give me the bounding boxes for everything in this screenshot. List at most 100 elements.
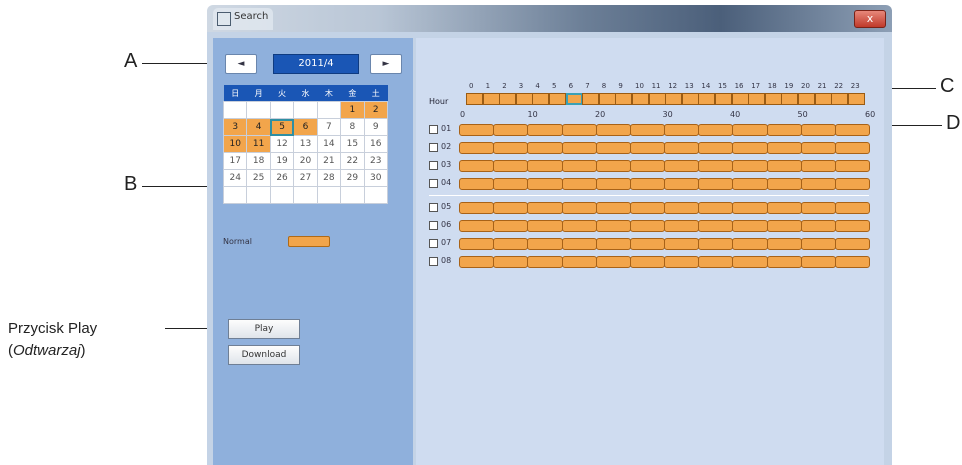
- recording-segment[interactable]: [766, 202, 802, 214]
- recording-segment[interactable]: [800, 220, 836, 232]
- calendar-day[interactable]: 29: [340, 169, 365, 187]
- recording-segment[interactable]: [629, 142, 666, 154]
- recording-segment[interactable]: [664, 202, 700, 214]
- recording-segment[interactable]: [732, 124, 768, 136]
- recording-segment[interactable]: [834, 160, 871, 172]
- calendar-day[interactable]: 12: [269, 135, 295, 153]
- calendar-day[interactable]: 14: [316, 135, 342, 153]
- calendar-day[interactable]: 8: [340, 118, 365, 136]
- hour-cell[interactable]: [698, 93, 716, 105]
- calendar-day[interactable]: 30: [363, 169, 389, 187]
- camera-timeline-row[interactable]: [459, 178, 871, 190]
- recording-segment[interactable]: [732, 220, 768, 232]
- recording-segment[interactable]: [766, 238, 802, 250]
- recording-segment[interactable]: [561, 124, 597, 136]
- hour-cell[interactable]: [515, 93, 533, 105]
- camera-timeline-row[interactable]: [459, 160, 871, 172]
- camera-timeline-row[interactable]: [459, 202, 871, 214]
- calendar-day[interactable]: 21: [316, 152, 342, 170]
- hour-cell[interactable]: [466, 93, 483, 105]
- calendar-day[interactable]: 23: [363, 152, 389, 170]
- calendar-day[interactable]: 4: [246, 118, 271, 136]
- calendar-day[interactable]: 9: [363, 118, 389, 136]
- recording-segment[interactable]: [459, 220, 495, 232]
- recording-segment[interactable]: [629, 220, 666, 232]
- recording-segment[interactable]: [527, 178, 563, 190]
- camera-timeline-row[interactable]: [459, 142, 871, 154]
- play-button[interactable]: Play: [228, 319, 300, 339]
- recording-segment[interactable]: [527, 202, 563, 214]
- hour-cell[interactable]: [847, 93, 865, 105]
- recording-segment[interactable]: [459, 202, 495, 214]
- calendar-day[interactable]: 15: [340, 135, 365, 153]
- calendar-day[interactable]: 25: [246, 169, 271, 187]
- calendar-day[interactable]: 5: [269, 118, 295, 136]
- hour-cell[interactable]: [648, 93, 666, 105]
- recording-segment[interactable]: [459, 124, 495, 136]
- recording-segment[interactable]: [595, 202, 631, 214]
- camera-checkbox[interactable]: [429, 179, 438, 188]
- recording-segment[interactable]: [834, 178, 871, 190]
- recording-segment[interactable]: [766, 256, 802, 268]
- recording-segment[interactable]: [800, 238, 836, 250]
- recording-segment[interactable]: [595, 160, 631, 172]
- recording-segment[interactable]: [527, 160, 563, 172]
- calendar-day[interactable]: 1: [340, 101, 365, 119]
- camera-timeline-row[interactable]: [459, 124, 871, 136]
- hour-cell[interactable]: [532, 93, 550, 105]
- recording-segment[interactable]: [629, 178, 666, 190]
- recording-segment[interactable]: [766, 124, 802, 136]
- calendar-day[interactable]: 2: [363, 101, 389, 119]
- recording-segment[interactable]: [493, 202, 529, 214]
- recording-segment[interactable]: [459, 238, 495, 250]
- recording-segment[interactable]: [800, 256, 836, 268]
- recording-segment[interactable]: [766, 160, 802, 172]
- recording-segment[interactable]: [834, 220, 871, 232]
- calendar-day[interactable]: 17: [222, 152, 248, 170]
- hour-cell[interactable]: [798, 93, 815, 105]
- hour-cell[interactable]: [781, 93, 799, 105]
- calendar-day[interactable]: 13: [293, 135, 318, 153]
- recording-segment[interactable]: [629, 160, 666, 172]
- recording-segment[interactable]: [732, 142, 768, 154]
- calendar-day[interactable]: 11: [246, 135, 271, 153]
- camera-checkbox[interactable]: [429, 125, 438, 134]
- recording-segment[interactable]: [698, 142, 734, 154]
- recording-segment[interactable]: [698, 256, 734, 268]
- recording-segment[interactable]: [664, 124, 700, 136]
- recording-segment[interactable]: [834, 142, 871, 154]
- recording-segment[interactable]: [698, 238, 734, 250]
- recording-segment[interactable]: [527, 142, 563, 154]
- recording-segment[interactable]: [766, 220, 802, 232]
- title-bar[interactable]: Search x: [207, 5, 892, 32]
- recording-segment[interactable]: [493, 124, 529, 136]
- recording-segment[interactable]: [800, 178, 836, 190]
- recording-segment[interactable]: [834, 256, 871, 268]
- recording-segment[interactable]: [595, 238, 631, 250]
- calendar-day[interactable]: 16: [363, 135, 389, 153]
- recording-segment[interactable]: [629, 124, 666, 136]
- recording-segment[interactable]: [664, 220, 700, 232]
- calendar-day[interactable]: 7: [316, 118, 342, 136]
- recording-segment[interactable]: [561, 256, 597, 268]
- recording-segment[interactable]: [595, 220, 631, 232]
- recording-segment[interactable]: [732, 238, 768, 250]
- camera-timeline-row[interactable]: [459, 256, 871, 268]
- hour-cell[interactable]: [549, 93, 566, 105]
- recording-segment[interactable]: [834, 202, 871, 214]
- recording-segment[interactable]: [664, 238, 700, 250]
- recording-segment[interactable]: [561, 178, 597, 190]
- camera-checkbox[interactable]: [429, 239, 438, 248]
- hour-cell[interactable]: [598, 93, 616, 105]
- recording-segment[interactable]: [527, 124, 563, 136]
- recording-segment[interactable]: [459, 142, 495, 154]
- recording-segment[interactable]: [629, 256, 666, 268]
- recording-segment[interactable]: [732, 256, 768, 268]
- calendar-day[interactable]: 22: [340, 152, 365, 170]
- recording-segment[interactable]: [493, 178, 529, 190]
- close-button[interactable]: x: [854, 10, 886, 28]
- hour-cell[interactable]: [632, 93, 649, 105]
- recording-segment[interactable]: [527, 238, 563, 250]
- calendar-day[interactable]: 6: [293, 118, 318, 136]
- camera-checkbox[interactable]: [429, 143, 438, 152]
